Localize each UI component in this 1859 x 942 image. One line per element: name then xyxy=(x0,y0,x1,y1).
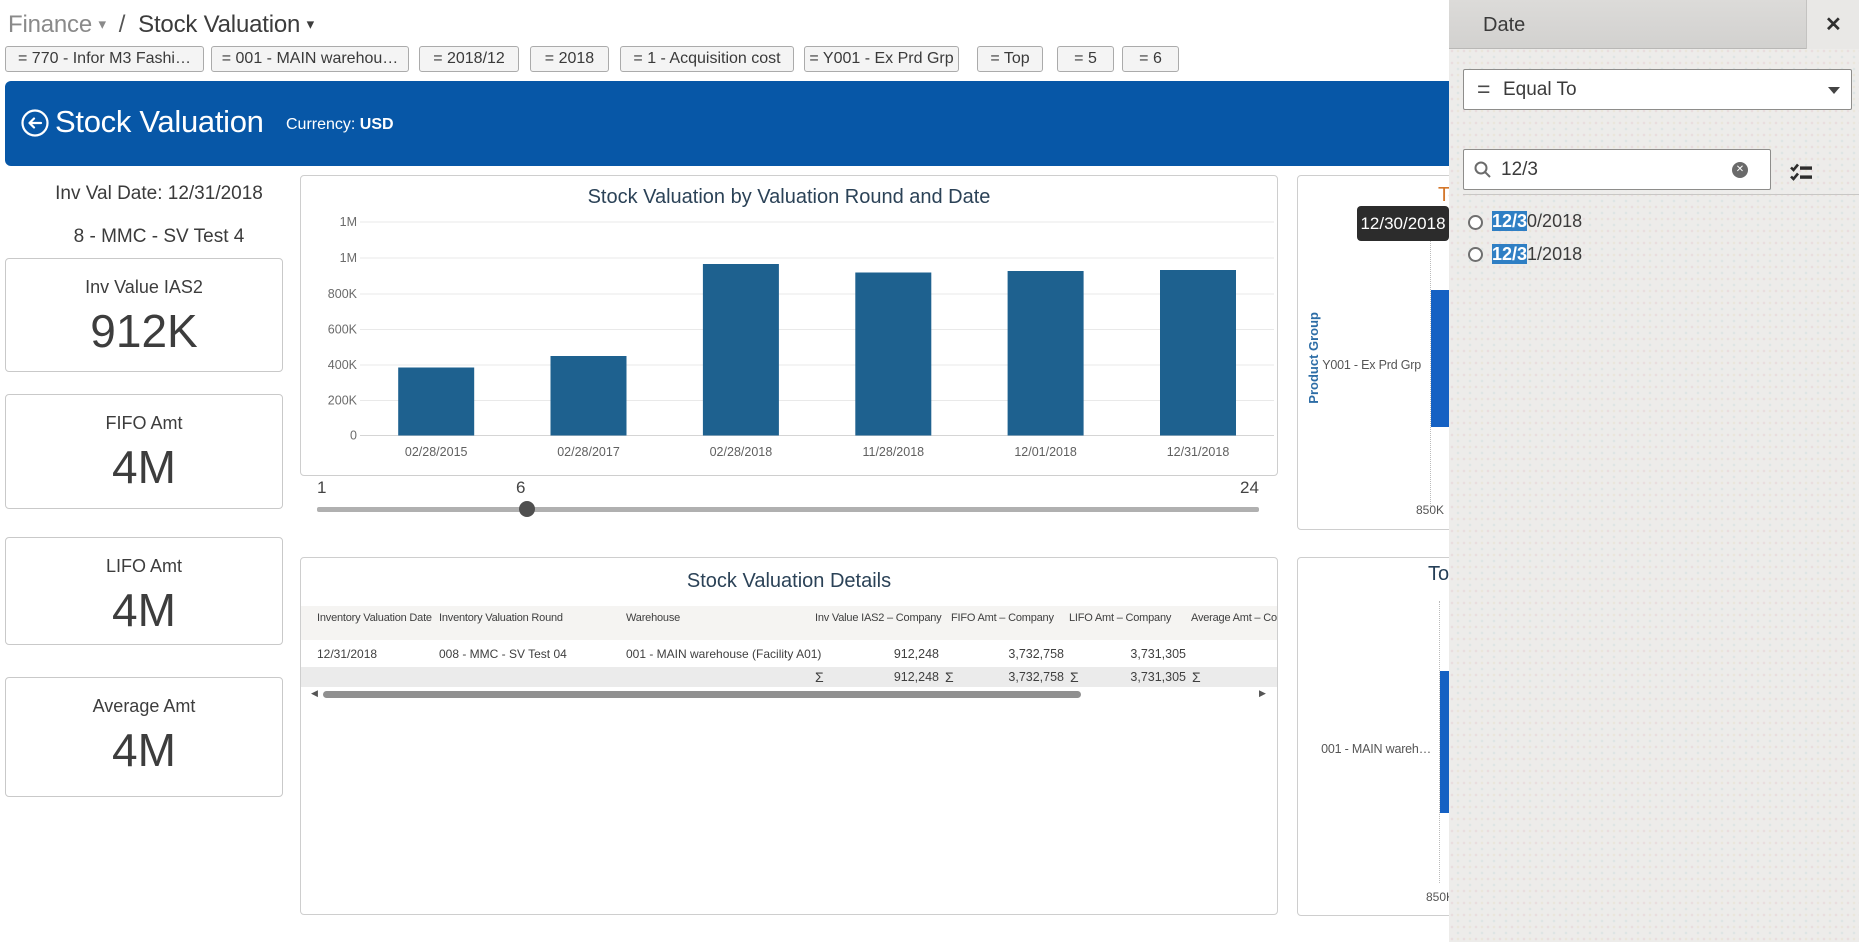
svg-text:Stock Valuation by Valuation R: Stock Valuation by Valuation Round and D… xyxy=(588,186,991,208)
svg-text:1M: 1M xyxy=(340,251,357,265)
svg-text:12/01/2018: 12/01/2018 xyxy=(1014,445,1077,459)
svg-text:02/28/2018: 02/28/2018 xyxy=(710,445,773,459)
svg-text:02/28/2015: 02/28/2015 xyxy=(405,445,468,459)
svg-text:12/31/2018: 12/31/2018 xyxy=(1167,445,1230,459)
svg-text:400K: 400K xyxy=(328,358,358,372)
svg-text:0: 0 xyxy=(350,429,357,443)
svg-text:11/28/2018: 11/28/2018 xyxy=(862,445,924,459)
svg-text:600K: 600K xyxy=(328,323,358,337)
svg-text:02/28/2017: 02/28/2017 xyxy=(557,445,620,459)
svg-text:800K: 800K xyxy=(328,287,358,301)
svg-text:200K: 200K xyxy=(328,394,358,408)
svg-text:1M: 1M xyxy=(340,215,357,229)
